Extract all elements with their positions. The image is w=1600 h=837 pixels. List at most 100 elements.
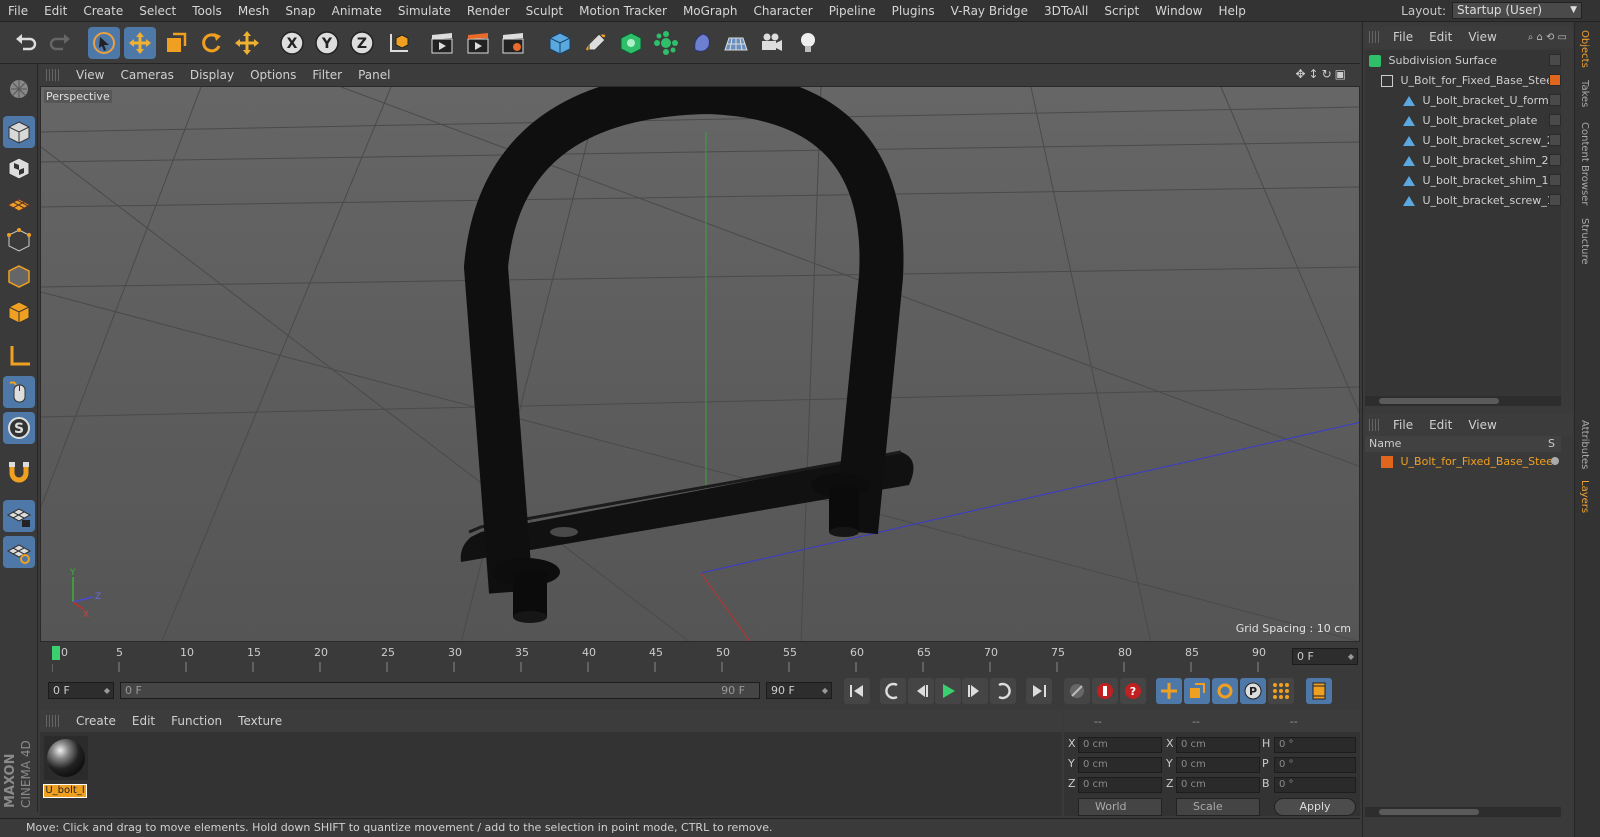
object-row[interactable]: U_bolt_bracket_shim_2 <box>1365 151 1561 170</box>
viewport-menu-cameras[interactable]: Cameras <box>112 68 181 82</box>
viewport-menu-filter[interactable]: Filter <box>304 68 350 82</box>
add-cube-button[interactable] <box>544 27 576 59</box>
previous-key-button[interactable] <box>880 678 906 704</box>
key-scale-button[interactable] <box>1184 678 1210 704</box>
model-mode-button[interactable] <box>3 116 35 148</box>
layers-menu-view[interactable]: View <box>1460 418 1504 432</box>
end-frame-field[interactable]: 90 F ◆ <box>766 682 832 699</box>
objects-menu-view[interactable]: View <box>1460 30 1504 44</box>
visibility-tag[interactable] <box>1549 54 1561 66</box>
layers-column-s[interactable]: S <box>1548 436 1555 452</box>
menu-help[interactable]: Help <box>1210 0 1253 22</box>
menu-3dtoall[interactable]: 3DToAll <box>1036 0 1096 22</box>
menu-edit[interactable]: Edit <box>36 0 75 22</box>
tab-objects[interactable]: Objects <box>1579 30 1590 68</box>
layer-color-tag[interactable] <box>1549 74 1561 86</box>
texture-mode-button[interactable] <box>3 152 35 184</box>
menu-mesh[interactable]: Mesh <box>230 0 278 22</box>
add-spline-pen-button[interactable] <box>580 27 612 59</box>
camera-label[interactable]: Perspective <box>44 90 112 103</box>
x-axis-lock-button[interactable]: X <box>276 27 308 59</box>
viewport-menu-display[interactable]: Display <box>182 68 242 82</box>
move-tool-button[interactable] <box>124 27 156 59</box>
menu-mograph[interactable]: MoGraph <box>675 0 746 22</box>
panel-grip-icon[interactable] <box>46 715 60 727</box>
rotation-h-field[interactable]: 0 ° <box>1274 737 1356 753</box>
menu-snap[interactable]: Snap <box>277 0 323 22</box>
coordinate-space-select[interactable]: World <box>1078 798 1162 816</box>
visibility-tag[interactable] <box>1549 114 1561 126</box>
y-axis-lock-button[interactable]: Y <box>311 27 343 59</box>
key-position-button[interactable] <box>1156 678 1182 704</box>
menu-simulate[interactable]: Simulate <box>390 0 459 22</box>
visibility-tag[interactable] <box>1549 154 1561 166</box>
rotate-tool-button[interactable] <box>195 27 227 59</box>
tab-attributes[interactable]: Attributes <box>1579 420 1590 469</box>
record-button[interactable] <box>1092 678 1118 704</box>
edges-mode-button[interactable] <box>3 260 35 292</box>
object-row[interactable]: U_bolt_bracket_shim_1 <box>1365 171 1561 190</box>
add-floor-button[interactable] <box>720 27 752 59</box>
menu-create[interactable]: Create <box>75 0 131 22</box>
go-to-end-button[interactable] <box>1026 678 1052 704</box>
polygons-mode-button[interactable] <box>3 296 35 328</box>
layers-column-name[interactable]: Name <box>1369 437 1401 450</box>
position-y-field[interactable]: 0 cm <box>1078 757 1162 773</box>
toggle-view-icon[interactable]: ▣ <box>1335 67 1346 81</box>
menu-file[interactable]: File <box>0 0 36 22</box>
material-name-label[interactable]: U_bolt_l <box>43 784 87 798</box>
visibility-tag[interactable] <box>1549 94 1561 106</box>
workplane-lock-button[interactable] <box>3 500 35 532</box>
rotate-view-icon[interactable]: ↻ <box>1322 67 1332 81</box>
u-bolt-model[interactable] <box>460 87 914 623</box>
zoom-view-icon[interactable]: ↕ <box>1309 67 1319 81</box>
snap-button[interactable] <box>3 456 35 488</box>
search-icon[interactable]: ⌕ ⌂ ⟲ ▭ <box>1528 32 1567 43</box>
objects-menu-file[interactable]: File <box>1385 30 1421 44</box>
tweak-mode-button[interactable] <box>3 376 35 408</box>
object-row[interactable]: U_bolt_bracket_screw_1 <box>1365 191 1561 210</box>
menu-pipeline[interactable]: Pipeline <box>821 0 884 22</box>
tab-content-browser[interactable]: Content Browser <box>1579 122 1590 205</box>
object-row[interactable]: U_Bolt_for_Fixed_Base_Steel <box>1365 71 1561 90</box>
tab-structure[interactable]: Structure <box>1579 218 1590 265</box>
solo-button[interactable]: S <box>3 412 35 444</box>
key-point-level-button[interactable] <box>1268 678 1294 704</box>
object-row[interactable]: U_bolt_bracket_plate <box>1365 111 1561 130</box>
points-mode-button[interactable] <box>3 224 35 256</box>
go-to-start-button[interactable] <box>844 678 870 704</box>
menu-motion-tracker[interactable]: Motion Tracker <box>571 0 675 22</box>
next-frame-button[interactable] <box>962 678 988 704</box>
size-mode-select[interactable]: Scale <box>1176 798 1260 816</box>
menu-window[interactable]: Window <box>1147 0 1210 22</box>
object-row[interactable]: Subdivision Surface <box>1365 51 1561 70</box>
perspective-viewport[interactable]: Y Z X Perspective Grid Spacing : 10 cm <box>40 86 1360 642</box>
axis-mode-button[interactable] <box>3 340 35 372</box>
add-generator-button[interactable] <box>615 27 647 59</box>
coordinate-system-button[interactable] <box>383 27 415 59</box>
position-x-field[interactable]: 0 cm <box>1078 737 1162 753</box>
apply-button[interactable]: Apply <box>1274 798 1356 816</box>
material-thumbnail[interactable] <box>44 736 88 780</box>
layers-menu-edit[interactable]: Edit <box>1421 418 1460 432</box>
layers-scrollbar[interactable] <box>1365 807 1561 817</box>
visibility-tag[interactable] <box>1549 174 1561 186</box>
rotation-b-field[interactable]: 0 ° <box>1274 777 1356 793</box>
object-row[interactable]: U_bolt_bracket_screw_2 <box>1365 131 1561 150</box>
menu-vray-bridge[interactable]: V-Ray Bridge <box>943 0 1036 22</box>
material-menu-create[interactable]: Create <box>68 714 124 728</box>
undo-button[interactable] <box>10 27 42 59</box>
menu-animate[interactable]: Animate <box>324 0 390 22</box>
next-key-button[interactable] <box>990 678 1016 704</box>
layout-select[interactable]: Startup (User) ▼ <box>1452 2 1582 19</box>
timeline-window-button[interactable] <box>1306 678 1332 704</box>
play-button[interactable] <box>935 678 961 704</box>
menu-script[interactable]: Script <box>1096 0 1147 22</box>
key-rotation-button[interactable] <box>1212 678 1238 704</box>
visibility-tag[interactable] <box>1549 194 1561 206</box>
add-light-button[interactable] <box>792 27 824 59</box>
size-z-field[interactable]: 0 cm <box>1176 777 1260 793</box>
motion-path-button[interactable] <box>1064 678 1090 704</box>
rotation-p-field[interactable]: 0 ° <box>1274 757 1356 773</box>
current-frame-field[interactable]: 0 F ◆ <box>1292 648 1358 665</box>
